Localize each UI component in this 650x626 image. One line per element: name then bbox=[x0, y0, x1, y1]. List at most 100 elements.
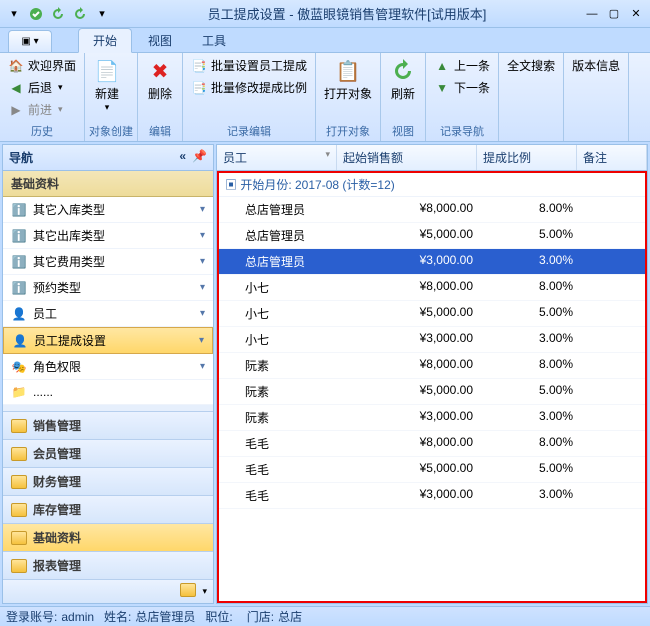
info-icon: ℹ️ bbox=[11, 202, 27, 218]
table-row[interactable]: 毛毛¥5,000.005.00% bbox=[219, 457, 645, 483]
tab-view[interactable]: 视图 bbox=[134, 29, 186, 52]
redo-icon[interactable] bbox=[70, 4, 90, 24]
table-row[interactable]: 阮素¥5,000.005.00% bbox=[219, 379, 645, 405]
nav-collapse-icon[interactable]: « bbox=[179, 149, 186, 166]
next-record-button[interactable]: ▼下一条 bbox=[430, 77, 494, 98]
user-icon: 👤 bbox=[11, 306, 27, 322]
nav-section-title[interactable]: 基础资料 bbox=[3, 171, 213, 197]
col-rate[interactable]: 提成比例 bbox=[477, 145, 577, 170]
forward-icon: ▶ bbox=[8, 102, 24, 118]
nav-group-报表管理[interactable]: 报表管理 bbox=[3, 551, 213, 579]
titlebar: ▾ ▾ 员工提成设置 - 傲蓝眼镜销售管理软件[试用版本] — ▢ ✕ bbox=[0, 0, 650, 28]
ribbon: 🏠欢迎界面 ◀后退▾ ▶前进▾ 历史 📄 新建▾ 对象创建 ✖ 删除 编辑 📑 bbox=[0, 52, 650, 142]
chevron-down-icon: ▾ bbox=[200, 204, 205, 215]
info-icon: ℹ️ bbox=[11, 254, 27, 270]
table-row[interactable]: 总店管理员¥8,000.008.00% bbox=[219, 197, 645, 223]
chevron-down-icon: ▾ bbox=[200, 282, 205, 293]
folder-icon[interactable] bbox=[180, 583, 196, 600]
nav-bottom: ▾ bbox=[3, 579, 213, 603]
table-row[interactable]: 总店管理员¥5,000.005.00% bbox=[219, 223, 645, 249]
open-object-button[interactable]: 📋 打开对象 bbox=[320, 55, 376, 104]
table-row[interactable]: 阮素¥8,000.008.00% bbox=[219, 353, 645, 379]
grid-header: 员工▾ 起始销售额 提成比例 备注 bbox=[217, 145, 647, 171]
delete-button[interactable]: ✖ 删除 bbox=[142, 55, 178, 104]
group-row[interactable]: ▣ 开始月份: 2017-08 (计数=12) bbox=[219, 173, 645, 197]
folder-icon bbox=[11, 475, 27, 489]
nav-item-角色权限[interactable]: 🎭角色权限▾ bbox=[3, 354, 213, 380]
qat-dropdown[interactable]: ▾ bbox=[92, 4, 112, 24]
col-remark[interactable]: 备注 bbox=[577, 145, 647, 170]
nav-item-员工[interactable]: 👤员工▾ bbox=[3, 301, 213, 327]
welcome-button[interactable]: 🏠欢迎界面 bbox=[4, 55, 80, 76]
statusbar: 登录账号:admin 姓名:总店管理员 职位: 门店:总店 bbox=[0, 606, 650, 626]
workspace: 导航 « 📌 基础资料 ℹ️其它入库类型▾ℹ️其它出库类型▾ℹ️其它费用类型▾ℹ… bbox=[0, 142, 650, 606]
ribbon-tabs: ▣ ▾ 开始 视图 工具 bbox=[0, 28, 650, 52]
refresh-icon bbox=[389, 57, 417, 85]
chevron-down-icon: ▾ bbox=[200, 256, 205, 267]
prev-record-button[interactable]: ▲上一条 bbox=[430, 55, 494, 76]
nav-list: ℹ️其它入库类型▾ℹ️其它出库类型▾ℹ️其它费用类型▾ℹ️预约类型▾👤员工▾👤员… bbox=[3, 197, 213, 380]
nav-group-销售管理[interactable]: 销售管理 bbox=[3, 411, 213, 439]
table-row[interactable]: 小七¥5,000.005.00% bbox=[219, 301, 645, 327]
nav-item-预约类型[interactable]: ℹ️预约类型▾ bbox=[3, 275, 213, 301]
nav-item-其它入库类型[interactable]: ℹ️其它入库类型▾ bbox=[3, 197, 213, 223]
table-row[interactable]: 毛毛¥8,000.008.00% bbox=[219, 431, 645, 457]
forward-button[interactable]: ▶前进▾ bbox=[4, 99, 80, 120]
info-icon: ℹ️ bbox=[11, 280, 27, 296]
maximize-button[interactable]: ▢ bbox=[604, 4, 624, 24]
open-icon: 📋 bbox=[334, 57, 362, 85]
nav-item-其它出库类型[interactable]: ℹ️其它出库类型▾ bbox=[3, 223, 213, 249]
delete-icon: ✖ bbox=[146, 57, 174, 85]
nav-group-财务管理[interactable]: 财务管理 bbox=[3, 467, 213, 495]
chevron-down-icon: ▾ bbox=[200, 308, 205, 319]
user-icon: 👤 bbox=[12, 333, 28, 349]
batch-set-button[interactable]: 📑批量设置员工提成 bbox=[187, 55, 311, 76]
nav-groups: 销售管理会员管理财务管理库存管理基础资料报表管理 bbox=[3, 411, 213, 579]
home-icon: 🏠 bbox=[8, 58, 24, 74]
table-row[interactable]: 小七¥3,000.003.00% bbox=[219, 327, 645, 353]
refresh-icon[interactable] bbox=[48, 4, 68, 24]
batch-modify-button[interactable]: 📑批量修改提成比例 bbox=[187, 77, 311, 98]
nav-title: 导航 bbox=[9, 149, 33, 166]
nav-header: 导航 « 📌 bbox=[3, 145, 213, 171]
tab-start[interactable]: 开始 bbox=[78, 28, 132, 53]
nav-config-icon[interactable]: ▾ bbox=[202, 586, 207, 597]
quick-access-toolbar: ▾ ▾ bbox=[4, 4, 112, 24]
folder-icon bbox=[11, 419, 27, 433]
window-title: 员工提成设置 - 傲蓝眼镜销售管理软件[试用版本] bbox=[112, 4, 582, 23]
ok-icon[interactable] bbox=[26, 4, 46, 24]
back-button[interactable]: ◀后退▾ bbox=[4, 77, 80, 98]
table-row[interactable]: 毛毛¥3,000.003.00% bbox=[219, 483, 645, 509]
window-controls: — ▢ ✕ bbox=[582, 4, 646, 24]
tab-tools[interactable]: 工具 bbox=[188, 29, 240, 52]
new-button[interactable]: 📄 新建▾ bbox=[89, 55, 125, 115]
table-row[interactable]: 总店管理员¥3,000.003.00% bbox=[219, 249, 645, 275]
nav-panel: 导航 « 📌 基础资料 ℹ️其它入库类型▾ℹ️其它出库类型▾ℹ️其它费用类型▾ℹ… bbox=[2, 144, 214, 604]
table-row[interactable]: 阮素¥3,000.003.00% bbox=[219, 405, 645, 431]
nav-pin-icon[interactable]: 📌 bbox=[192, 149, 207, 166]
batch-modify-icon: 📑 bbox=[191, 80, 207, 96]
nav-group-库存管理[interactable]: 库存管理 bbox=[3, 495, 213, 523]
refresh-button[interactable]: 刷新 bbox=[385, 55, 421, 104]
down-icon: ▼ bbox=[434, 80, 450, 96]
mask-icon: 🎭 bbox=[11, 359, 27, 375]
table-row[interactable]: 小七¥8,000.008.00% bbox=[219, 275, 645, 301]
fulltext-search-button[interactable]: 全文搜索 bbox=[503, 55, 559, 76]
nav-more[interactable]: 📁...... bbox=[3, 380, 213, 405]
nav-group-会员管理[interactable]: 会员管理 bbox=[3, 439, 213, 467]
col-employee[interactable]: 员工▾ bbox=[217, 145, 337, 170]
nav-item-员工提成设置[interactable]: 👤员工提成设置▾ bbox=[3, 327, 213, 354]
folder-icon bbox=[11, 447, 27, 461]
orb-dropdown[interactable]: ▾ bbox=[4, 4, 24, 24]
nav-group-基础资料[interactable]: 基础资料 bbox=[3, 523, 213, 551]
app-menu-button[interactable]: ▣ ▾ bbox=[8, 30, 52, 52]
info-icon: ℹ️ bbox=[11, 228, 27, 244]
nav-item-其它费用类型[interactable]: ℹ️其它费用类型▾ bbox=[3, 249, 213, 275]
col-amount[interactable]: 起始销售额 bbox=[337, 145, 477, 170]
new-icon: 📄 bbox=[93, 57, 121, 85]
close-button[interactable]: ✕ bbox=[626, 4, 646, 24]
up-icon: ▲ bbox=[434, 58, 450, 74]
version-info-button[interactable]: 版本信息 bbox=[568, 55, 624, 76]
chevron-down-icon: ▾ bbox=[200, 230, 205, 241]
minimize-button[interactable]: — bbox=[582, 4, 602, 24]
